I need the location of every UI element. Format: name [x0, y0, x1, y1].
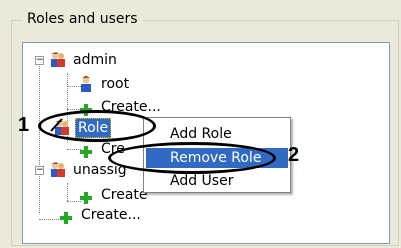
context-menu: Add Role Remove Role Add User: [143, 117, 291, 193]
tree-connector: [39, 219, 59, 220]
users-group-icon: [51, 162, 65, 177]
collapse-icon[interactable]: −: [35, 56, 44, 65]
tree-node-label: Role: [75, 118, 112, 138]
tree-node-create[interactable]: Create: [77, 186, 150, 204]
tree-node-label: admin: [73, 52, 117, 68]
tree-node-label: Create...: [81, 207, 141, 223]
annotation-marker-1: 1: [18, 114, 30, 136]
pointer-line-icon: [50, 118, 63, 132]
tree-node-admin[interactable]: admin: [49, 51, 119, 69]
menu-item-remove-role[interactable]: Remove Role: [146, 148, 288, 168]
tree-node-create[interactable]: Create...: [57, 206, 143, 224]
tree-node-label: Create...: [101, 99, 161, 115]
tree-node-label: unassig: [73, 162, 127, 178]
tree-node-unassigned[interactable]: unassig: [49, 161, 129, 179]
tree-connector: [67, 183, 68, 201]
plus-icon: [60, 212, 72, 224]
tree-connector: [39, 63, 40, 213]
tree-node-create[interactable]: Cre: [77, 140, 127, 158]
tree-node-label: Create: [101, 187, 148, 203]
collapse-icon[interactable]: −: [35, 166, 44, 175]
users-group-icon: [51, 52, 65, 67]
plus-icon: [80, 104, 92, 116]
plus-icon: [80, 192, 92, 204]
groupbox-title: Roles and users: [22, 10, 143, 28]
tree-node-label: Cre: [101, 141, 125, 157]
menu-item-add-user[interactable]: Add User: [146, 171, 288, 191]
tree-node-root[interactable]: root: [77, 75, 131, 93]
plus-icon: [80, 146, 92, 158]
user-icon: [81, 75, 91, 92]
tree-node-create[interactable]: Create...: [77, 98, 163, 116]
tree-node-label: root: [101, 76, 130, 92]
annotation-marker-2: 2: [288, 144, 300, 166]
menu-item-add-role[interactable]: Add Role: [146, 124, 288, 144]
